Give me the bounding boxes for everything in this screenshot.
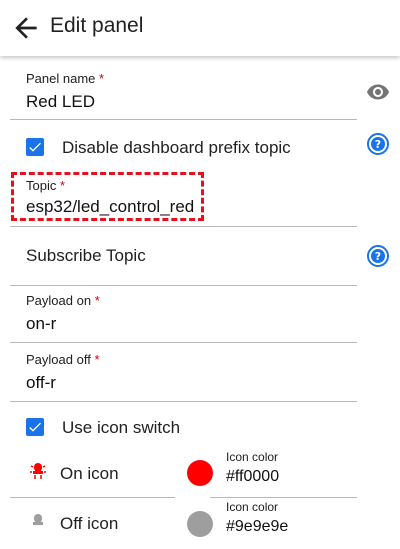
page-title: Edit panel	[50, 14, 144, 37]
off-icon-color-label: Icon color	[226, 500, 279, 514]
eye-icon	[367, 84, 389, 100]
app-bar: Edit panel	[0, 0, 400, 56]
topic-highlight-box	[11, 172, 204, 221]
payload-off-field[interactable]: off-r	[26, 373, 56, 393]
svg-text:?: ?	[375, 250, 381, 263]
payload-off-label: Payload off *	[26, 352, 100, 367]
bulb-icon	[33, 514, 43, 525]
on-color-swatch[interactable]	[187, 460, 213, 486]
panel-name-field[interactable]: Red LED	[26, 92, 95, 112]
help-icon: ?	[367, 245, 389, 267]
help-icon: ?	[367, 133, 389, 155]
on-icon-underline	[10, 497, 175, 498]
payload-on-underline	[10, 342, 357, 343]
svg-text:?: ?	[375, 138, 381, 151]
required-mark: *	[94, 293, 100, 308]
subscribe-topic-underline	[10, 285, 357, 286]
on-color-underline	[210, 497, 357, 498]
disable-prefix-label: Disable dashboard prefix topic	[62, 138, 291, 157]
subscribe-topic-field[interactable]: Subscribe Topic	[26, 246, 146, 266]
payload-off-underline	[10, 401, 357, 402]
on-icon-picker[interactable]	[28, 460, 48, 480]
use-icon-switch-label: Use icon switch	[62, 418, 181, 437]
required-mark: *	[94, 352, 100, 367]
payload-on-label: Payload on *	[26, 293, 100, 308]
topic-underline	[10, 226, 357, 227]
led-icon	[30, 463, 46, 479]
back-button[interactable]	[10, 12, 42, 44]
prefix-help-button[interactable]: ?	[366, 132, 390, 156]
payload-on-field[interactable]: on-r	[26, 314, 56, 334]
off-color-swatch[interactable]	[187, 511, 213, 537]
off-color-field[interactable]: #9e9e9e	[226, 518, 288, 536]
on-color-field[interactable]: #ff0000	[226, 468, 279, 486]
check-icon	[29, 422, 41, 432]
panel-name-underline	[10, 119, 357, 120]
off-icon-label: Off icon	[60, 514, 119, 533]
disable-prefix-checkbox[interactable]	[26, 138, 44, 156]
visibility-toggle[interactable]	[366, 80, 390, 104]
panel-name-label: Panel name *	[26, 71, 105, 86]
use-icon-switch-checkbox[interactable]	[26, 418, 44, 436]
subscribe-help-button[interactable]: ?	[366, 244, 390, 268]
check-icon	[29, 142, 41, 152]
required-mark: *	[99, 71, 105, 86]
on-icon-label: On icon	[60, 464, 119, 483]
on-icon-color-label: Icon color	[226, 450, 279, 464]
arrow-back-icon	[15, 17, 37, 39]
off-icon-picker[interactable]	[28, 510, 48, 530]
